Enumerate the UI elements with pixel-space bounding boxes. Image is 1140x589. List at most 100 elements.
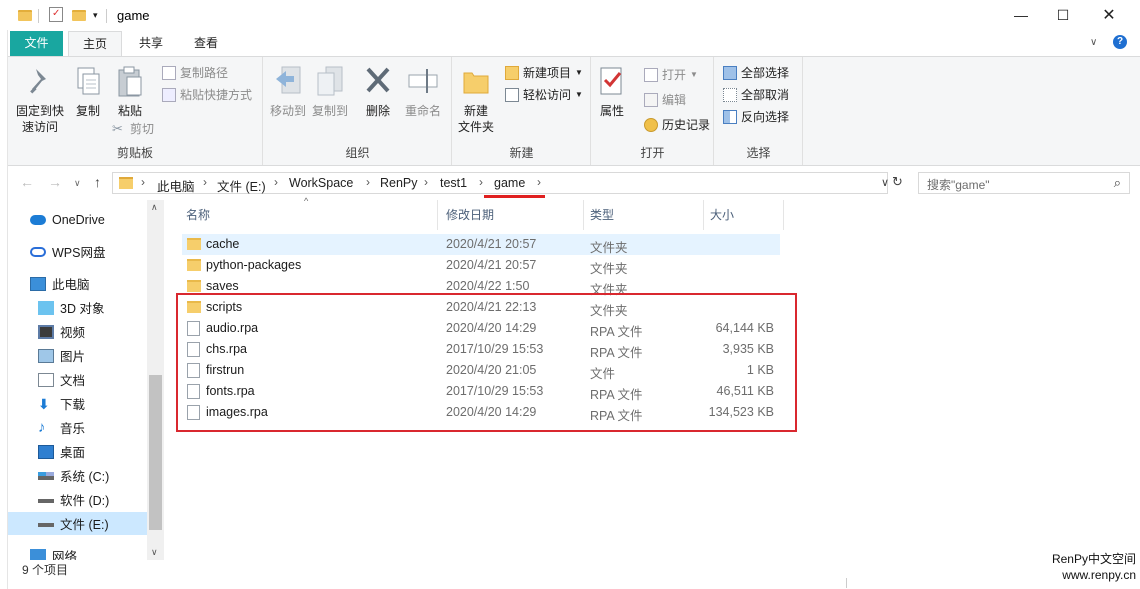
- column-header-type[interactable]: 类型: [584, 200, 704, 230]
- new-folder-label: 新建 文件夹: [457, 104, 494, 134]
- delete-button[interactable]: 删除: [360, 63, 396, 119]
- copy-to-icon: [314, 65, 346, 99]
- paste-icon: [114, 65, 146, 99]
- properties-icon: [596, 65, 628, 99]
- drive-icon: [38, 497, 54, 503]
- history-button[interactable]: 历史记录: [644, 115, 710, 135]
- breadcrumb-drive-e[interactable]: 文件 (E:): [217, 176, 266, 195]
- close-button[interactable]: ✕: [1086, 0, 1132, 30]
- nav-item-desktop[interactable]: 桌面: [38, 440, 164, 463]
- column-header-name[interactable]: 名称: [180, 200, 438, 230]
- tab-view[interactable]: 查看: [178, 31, 234, 56]
- select-all-label: 全部选择: [741, 66, 790, 80]
- select-all-button[interactable]: 全部选择: [723, 63, 789, 83]
- new-folder-quick-icon[interactable]: [72, 7, 86, 23]
- edit-icon: [644, 93, 658, 107]
- scrollbar-thumb[interactable]: [149, 375, 162, 530]
- nav-item-3d[interactable]: 3D 对象: [38, 296, 164, 319]
- address-history-dropdown-icon[interactable]: ∨: [881, 176, 889, 189]
- breadcrumb-separator: ›: [203, 175, 207, 189]
- file-row[interactable]: python-packages 2020/4/21 20:57 文件夹: [182, 255, 780, 276]
- forward-icon[interactable]: →: [48, 174, 62, 190]
- nav-item-network[interactable]: 网络: [30, 544, 164, 560]
- copy-path-button[interactable]: 复制路径: [162, 63, 228, 83]
- nav-item-label: 音乐: [60, 422, 86, 436]
- copy-button[interactable]: 复制: [70, 63, 106, 119]
- history-icon: [644, 118, 658, 132]
- breadcrumb-this-pc[interactable]: 此电脑: [157, 176, 195, 195]
- cut-button[interactable]: ✂ 剪切: [112, 119, 154, 139]
- new-folder-button[interactable]: 新建 文件夹: [455, 63, 497, 135]
- nav-item-this-pc[interactable]: 此电脑: [30, 272, 164, 295]
- nav-item-label: 桌面: [60, 446, 86, 460]
- scroll-down-icon[interactable]: ∨: [151, 547, 158, 558]
- copy-label: 复制: [75, 104, 100, 118]
- file-type: 文件夹: [590, 241, 628, 255]
- properties-quick-icon[interactable]: ✓: [49, 7, 63, 22]
- back-icon[interactable]: ←: [20, 174, 34, 190]
- rename-button[interactable]: 重命名: [400, 63, 446, 119]
- select-all-icon: [723, 66, 737, 80]
- nav-item-pictures[interactable]: 图片: [38, 344, 164, 367]
- file-row[interactable]: cache 2020/4/21 20:57 文件夹: [182, 234, 780, 255]
- customize-dropdown-icon[interactable]: ▾: [93, 10, 98, 26]
- windows-drive-icon: [38, 471, 54, 480]
- nav-item-drive-d[interactable]: 软件 (D:): [38, 488, 164, 511]
- cloud-icon: [30, 214, 46, 225]
- properties-button[interactable]: 属性: [596, 63, 628, 119]
- help-icon[interactable]: ?: [1113, 35, 1127, 49]
- breadcrumb-game[interactable]: game: [494, 176, 525, 190]
- nav-item-downloads[interactable]: ⬇ 下载: [38, 392, 164, 415]
- scroll-up-icon[interactable]: ∧: [151, 202, 158, 213]
- open-button[interactable]: 打开 ▼: [644, 65, 698, 85]
- column-header-size[interactable]: 大小: [704, 200, 784, 230]
- nav-item-label: 视频: [60, 326, 86, 340]
- breadcrumb-test1[interactable]: test1: [440, 176, 467, 190]
- tab-file[interactable]: 文件: [10, 31, 63, 56]
- tab-share[interactable]: 共享: [126, 31, 176, 56]
- copy-to-label: 复制到: [311, 104, 348, 118]
- select-none-button[interactable]: 全部取消: [723, 85, 789, 105]
- computer-icon: [30, 276, 46, 291]
- open-icon: [644, 68, 658, 82]
- recent-dropdown-icon[interactable]: ∨: [74, 178, 81, 189]
- search-input[interactable]: 搜索"game" ⌕: [918, 172, 1130, 194]
- invert-selection-button[interactable]: 反向选择: [723, 107, 789, 127]
- nav-item-documents[interactable]: 文档: [38, 368, 164, 391]
- nav-item-onedrive[interactable]: OneDrive: [30, 208, 164, 231]
- new-item-button[interactable]: 新建项目 ▼: [505, 63, 583, 83]
- nav-item-drive-c[interactable]: 系统 (C:): [38, 464, 164, 487]
- tab-home[interactable]: 主页: [68, 31, 122, 56]
- breadcrumb-workspace[interactable]: WorkSpace: [289, 176, 353, 190]
- nav-item-music[interactable]: ♪ 音乐: [38, 416, 164, 439]
- maximize-button[interactable]: ☐: [1040, 0, 1086, 30]
- new-group: 新建 文件夹 新建项目 ▼ 轻松访问 ▼ 新建: [453, 57, 591, 165]
- nav-item-label: 此电脑: [52, 278, 90, 292]
- collapse-ribbon-icon[interactable]: ∨: [1090, 37, 1097, 48]
- move-to-button[interactable]: 移动到: [268, 63, 308, 119]
- pin-label: 固定到快 速访问: [15, 104, 64, 134]
- new-item-label: 新建项目: [523, 66, 572, 80]
- paste-shortcut-label: 粘贴快捷方式: [180, 88, 253, 102]
- address-bar[interactable]: › 此电脑 › 文件 (E:) › WorkSpace › RenPy › te…: [112, 172, 889, 195]
- nav-item-wps[interactable]: WPS网盘: [30, 240, 164, 263]
- search-icon[interactable]: ⌕: [1114, 175, 1121, 191]
- refresh-icon[interactable]: ↻: [892, 174, 903, 190]
- nav-item-videos[interactable]: 视频: [38, 320, 164, 343]
- breadcrumb-renpy[interactable]: RenPy: [380, 176, 418, 190]
- edit-button[interactable]: 编辑: [644, 90, 686, 110]
- easy-access-button[interactable]: 轻松访问 ▼: [505, 85, 583, 105]
- pin-quick-access-button[interactable]: 固定到快 速访问: [14, 63, 66, 135]
- minimize-button[interactable]: —: [998, 0, 1044, 30]
- copy-to-button[interactable]: 复制到: [310, 63, 350, 119]
- up-icon[interactable]: ↑: [94, 174, 101, 190]
- nav-item-drive-e[interactable]: 文件 (E:): [8, 512, 147, 535]
- paste-shortcut-button[interactable]: 粘贴快捷方式: [162, 85, 252, 105]
- nav-scrollbar[interactable]: ∧ ∨: [147, 200, 164, 560]
- paste-button[interactable]: 粘贴: [110, 63, 150, 119]
- breadcrumb-separator: ›: [274, 175, 278, 189]
- column-header-date[interactable]: 修改日期: [440, 200, 584, 230]
- nav-item-label: WPS网盘: [52, 246, 106, 260]
- invert-selection-label: 反向选择: [741, 110, 790, 124]
- new-group-label: 新建: [509, 146, 534, 160]
